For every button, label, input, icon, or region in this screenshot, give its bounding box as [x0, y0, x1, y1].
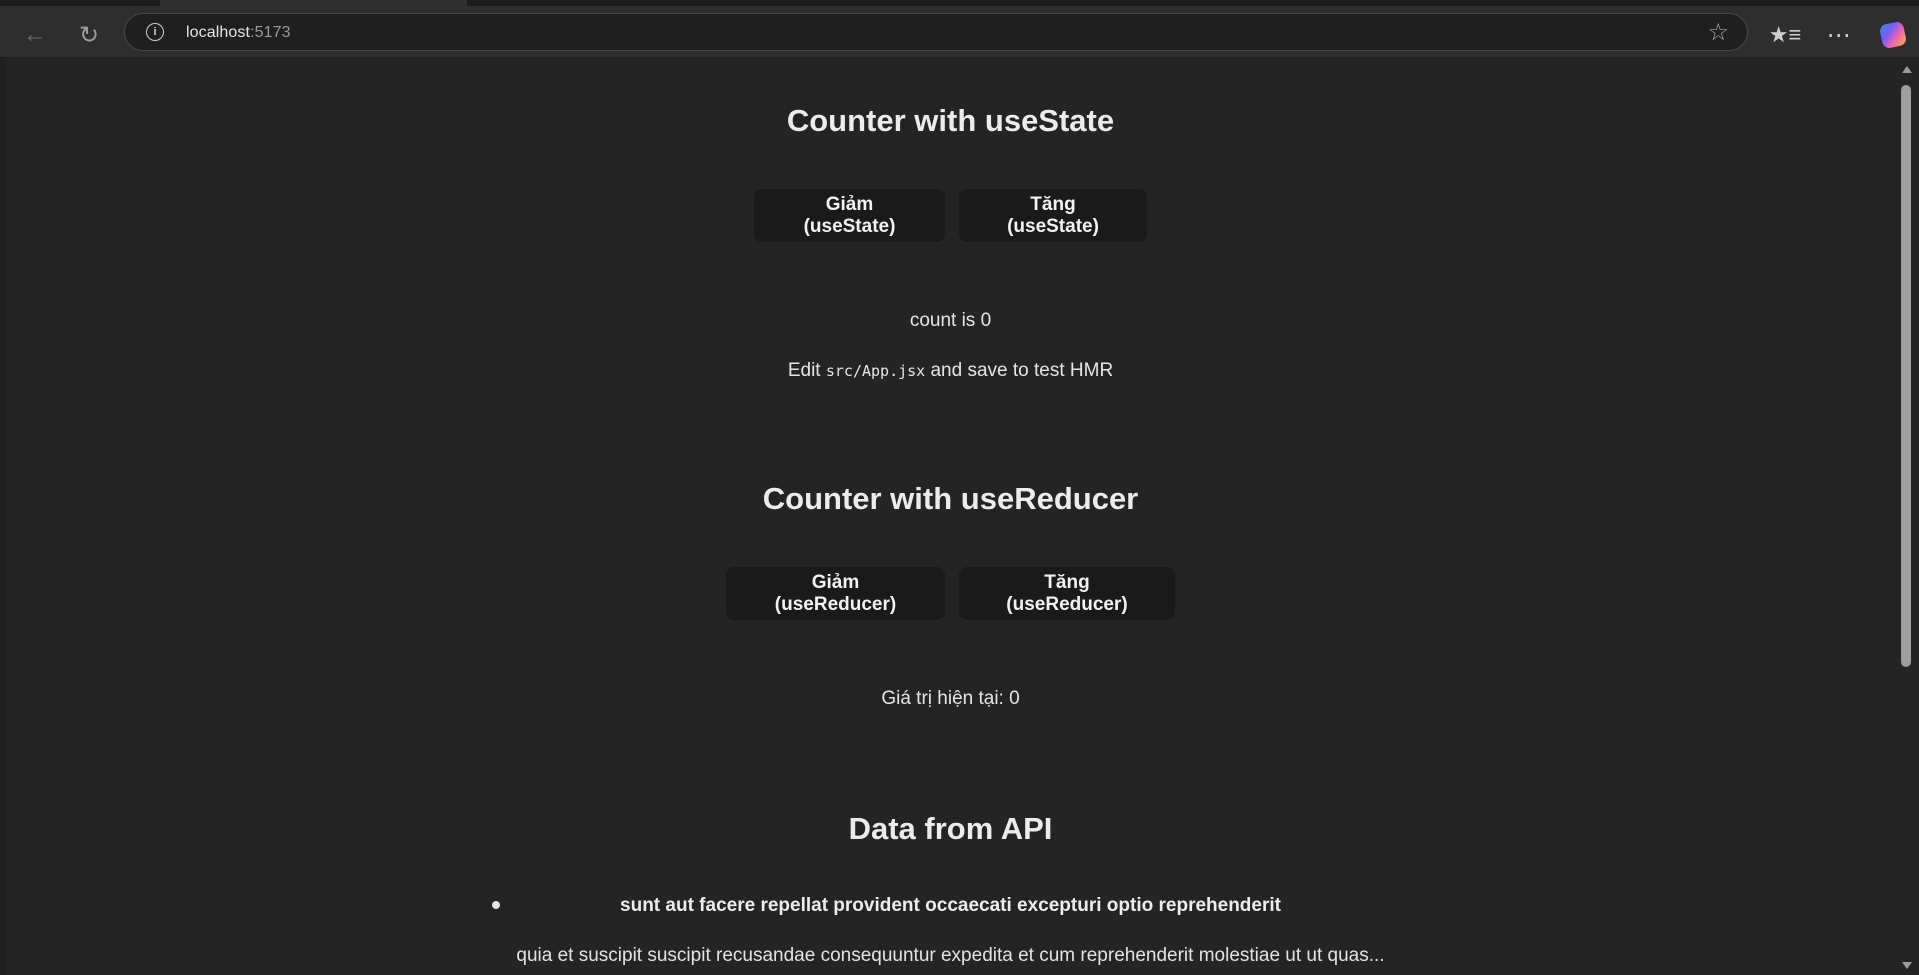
url-text[interactable]: localhost:5173: [186, 24, 291, 42]
page-viewport: Counter with useState Giảm (useState) Tă…: [6, 57, 1895, 975]
decrement-usestate-button[interactable]: Giảm (useState): [754, 189, 945, 242]
edit-hint: Edit src/App.jsx and save to test HMR: [6, 360, 1895, 382]
increment-usestate-button[interactable]: Tăng (useState): [959, 189, 1147, 242]
more-menu-icon[interactable]: ⋯: [1822, 18, 1856, 52]
reducer-value-text: Giá trị hiện tại: 0: [881, 688, 1020, 709]
app-root: Counter with useState Giảm (useState) Tă…: [6, 57, 1895, 975]
vertical-scrollbar[interactable]: [1895, 57, 1919, 975]
decrement-usereducer-button[interactable]: Giảm (useReducer): [726, 567, 945, 620]
use-reducer-title: Counter with useReducer: [762, 481, 1139, 516]
post-body: quia et suscipit suscipit recusandae con…: [516, 945, 1385, 966]
api-title: Data from API: [848, 811, 1053, 846]
use-state-title: Counter with useState: [786, 103, 1115, 138]
api-title-wrap: Data from API: [6, 811, 1895, 847]
address-bar[interactable]: i localhost:5173 ☆: [124, 13, 1748, 51]
reload-icon[interactable]: ↻: [74, 20, 104, 50]
favorites-icon[interactable]: ★≡: [1768, 18, 1802, 52]
increment-usereducer-button[interactable]: Tăng (useReducer): [959, 567, 1175, 620]
edit-hint-code: src/App.jsx: [825, 362, 926, 380]
use-reducer-buttons: Giảm (useReducer) Tăng (useReducer): [6, 567, 1895, 620]
scroll-down-arrow-icon[interactable]: [1902, 962, 1912, 969]
scroll-up-arrow-icon[interactable]: [1902, 66, 1912, 73]
use-state-buttons: Giảm (useState) Tăng (useState): [6, 189, 1895, 242]
scrollbar-thumb[interactable]: [1901, 85, 1911, 667]
edit-hint-prefix: Edit: [787, 360, 826, 381]
copilot-icon[interactable]: [1876, 18, 1910, 52]
star-icon[interactable]: ☆: [1707, 18, 1729, 47]
site-info-icon[interactable]: i: [146, 23, 164, 41]
url-host: localhost: [186, 24, 251, 41]
back-arrow-icon[interactable]: ←: [20, 20, 50, 50]
url-port: :5173: [250, 24, 291, 41]
edit-hint-suffix: and save to test HMR: [925, 360, 1114, 381]
use-state-title-wrap: Counter with useState: [6, 103, 1895, 139]
browser-toolbar: ← ↻ i localhost:5173 ☆ ★≡ ⋯: [0, 6, 1919, 57]
post-title: sunt aut facere repellat provident occae…: [620, 895, 1281, 916]
use-reducer-title-wrap: Counter with useReducer: [6, 481, 1895, 517]
count-text: count is 0: [909, 310, 992, 331]
